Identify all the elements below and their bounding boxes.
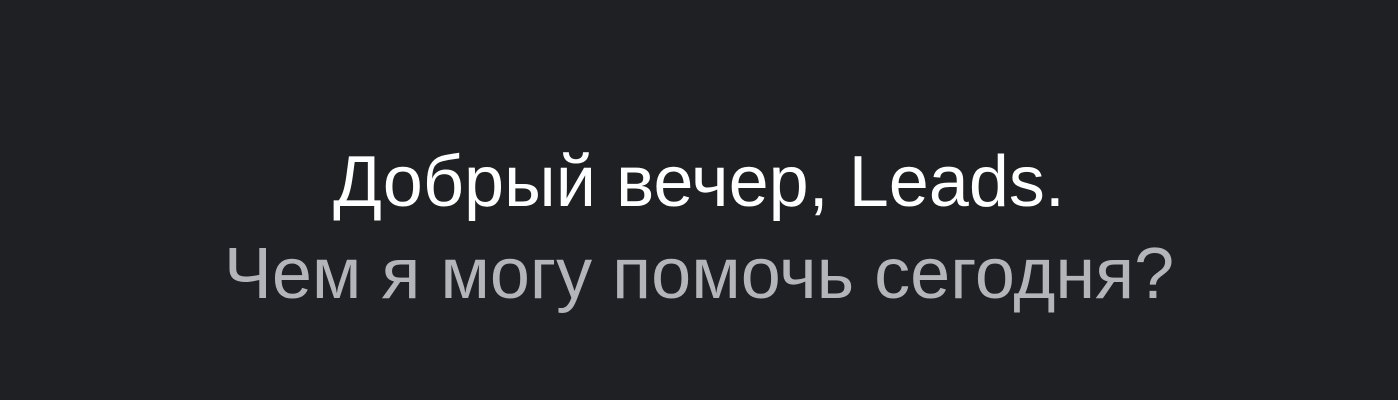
greeting-headline: Добрый вечер, Leads. — [333, 142, 1065, 222]
greeting-panel: Добрый вечер, Leads. Чем я могу помочь с… — [0, 0, 1398, 400]
greeting-subheadline: Чем я могу помочь сегодня? — [223, 234, 1175, 314]
